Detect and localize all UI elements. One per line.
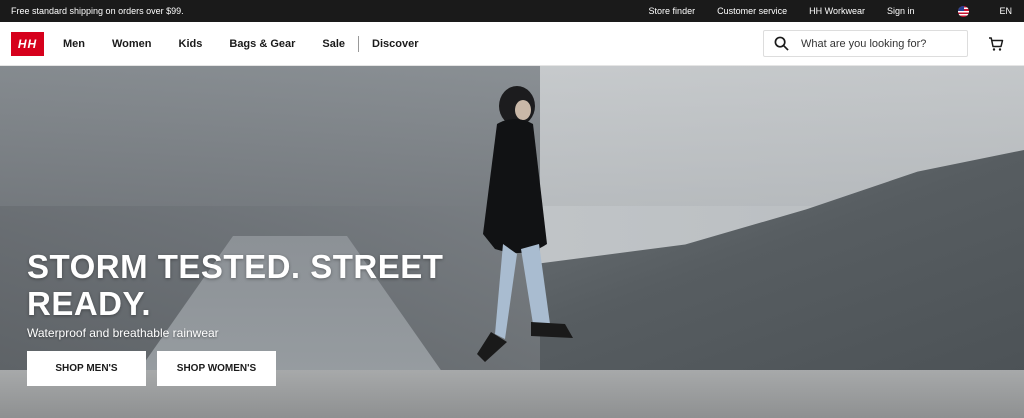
language-selector[interactable]: EN — [958, 5, 1012, 17]
nav-item-discover[interactable]: Discover — [372, 38, 418, 50]
nav-item-sale[interactable]: Sale — [322, 38, 345, 50]
nav-item-women[interactable]: Women — [112, 38, 152, 50]
nav-item-bags-gear[interactable]: Bags & Gear — [229, 38, 295, 50]
hero-subtitle: Waterproof and breathable rainwear — [27, 326, 219, 340]
store-finder-link[interactable]: Store finder — [649, 6, 696, 16]
customer-service-link[interactable]: Customer service — [717, 6, 787, 16]
hero-banner: STORM TESTED. STREET READY. Waterproof an… — [0, 66, 1024, 418]
brand-logo[interactable]: HH — [11, 31, 44, 56]
top-bar: Free standard shipping on orders over $9… — [0, 0, 1024, 22]
shipping-promo: Free standard shipping on orders over $9… — [11, 6, 184, 16]
language-code: EN — [999, 6, 1012, 16]
sign-in-link[interactable]: Sign in — [887, 6, 915, 16]
hero-title: STORM TESTED. STREET READY. — [27, 248, 443, 322]
shop-womens-button[interactable]: SHOP WOMEN'S — [157, 351, 276, 386]
hero-title-line1: STORM TESTED. STREET — [27, 248, 444, 285]
cart-icon[interactable] — [988, 36, 1004, 52]
hero-model-image — [477, 86, 573, 362]
top-links: Store finder Customer service HH Workwea… — [627, 5, 1012, 17]
search-icon — [774, 36, 789, 51]
nav-item-men[interactable]: Men — [63, 38, 85, 50]
hh-workwear-link[interactable]: HH Workwear — [809, 6, 865, 16]
search-box[interactable] — [763, 30, 968, 57]
search-input[interactable] — [799, 36, 953, 51]
us-flag-icon — [958, 5, 970, 17]
hero-title-line2: READY. — [27, 285, 152, 322]
nav-item-kids[interactable]: Kids — [179, 38, 203, 50]
nav-divider — [358, 35, 360, 52]
shop-mens-button[interactable]: SHOP MEN'S — [27, 351, 146, 386]
nav-menu: Men Women Kids Bags & Gear Sale Discover — [63, 35, 446, 52]
main-nav: HH Men Women Kids Bags & Gear Sale Disco… — [0, 22, 1024, 66]
